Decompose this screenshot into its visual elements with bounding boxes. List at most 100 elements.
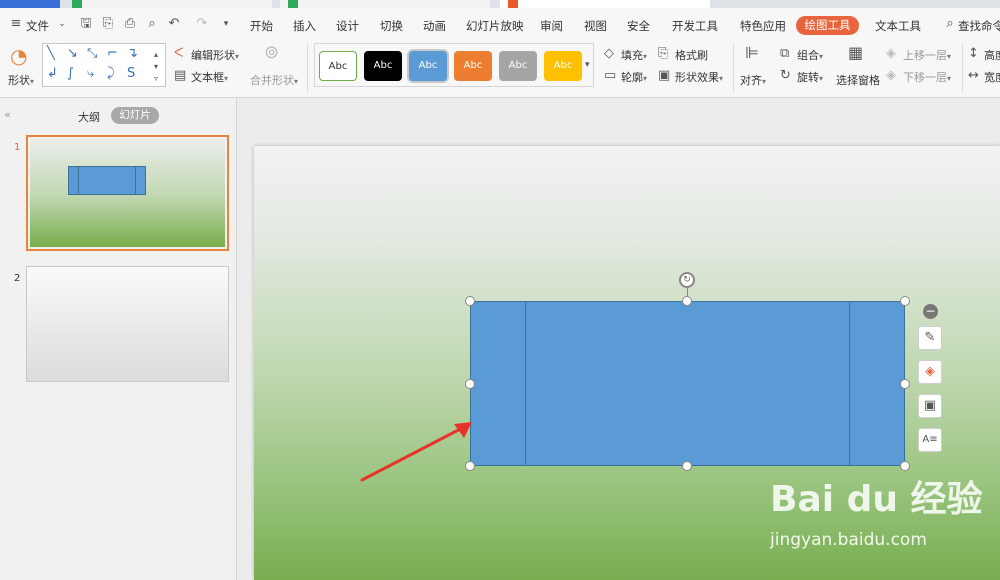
height-icon: ↕	[968, 46, 979, 61]
line-shapes-gallery[interactable]: ╲ ↘ ⤡ ⌐ ↴ ↲ ∫ ⤷ ⤸ S ▴ ▾ ▿	[42, 43, 166, 87]
group-icon: ⧉	[780, 46, 790, 61]
shapes-icon[interactable]: ◔	[10, 46, 27, 66]
outline-view-tab[interactable]: 大纲	[78, 109, 100, 125]
save-icon[interactable]: 🖫	[78, 16, 94, 32]
resize-handle-bottom[interactable]	[682, 461, 692, 471]
curved-connector-icon[interactable]: ∫	[67, 66, 74, 81]
slide-thumbnail-1[interactable]	[26, 135, 229, 251]
collapse-panel-icon[interactable]: «	[4, 108, 11, 121]
selection-pane-button[interactable]: 选择窗格	[836, 72, 880, 88]
redo-icon[interactable]: ↷	[194, 16, 210, 32]
presentation-icon	[508, 0, 518, 8]
home-tab[interactable]	[0, 0, 60, 8]
tab-security[interactable]: 安全	[627, 18, 650, 34]
search-command[interactable]: 查找命令	[958, 18, 1000, 34]
arrow-shape-icon[interactable]: ↘	[67, 46, 78, 61]
spreadsheet-icon	[288, 0, 298, 8]
tab-text-tools[interactable]: 文本工具	[875, 18, 921, 34]
outline-button[interactable]: 轮廓▾	[621, 69, 647, 85]
shape-button[interactable]: 形状▾	[8, 72, 34, 88]
resize-handle-top[interactable]	[682, 296, 692, 306]
thumbnail-shape	[68, 166, 146, 195]
text-box-icon[interactable]: A≡	[918, 428, 942, 452]
double-arrow-shape-icon[interactable]: ⤡	[87, 46, 97, 61]
style-gray[interactable]: Abc	[499, 51, 537, 81]
collapse-toolbar-icon[interactable]: −	[923, 304, 938, 319]
styles-more-icon[interactable]: ▾	[585, 58, 590, 72]
tab-animation[interactable]: 动画	[423, 18, 446, 34]
tab-design[interactable]: 设计	[336, 18, 359, 34]
undo-icon[interactable]: ↶	[166, 16, 182, 32]
style-black[interactable]: Abc	[364, 51, 402, 81]
rotate-button[interactable]: 旋转▾	[797, 69, 823, 85]
tab-home[interactable]: 开始	[250, 18, 273, 34]
shape-right-divider	[849, 302, 850, 465]
shape-styles-gallery: Abc Abc Abc Abc Abc Abc ▾	[314, 43, 594, 87]
format-painter-icon: ⎘	[658, 46, 669, 61]
format-painter-button[interactable]: 格式刷	[675, 47, 708, 63]
freeform-icon[interactable]: S	[127, 66, 135, 81]
slide-number: 2	[14, 273, 21, 284]
fill-button[interactable]: 填充▾	[621, 47, 647, 63]
slide-number: 1	[14, 142, 21, 153]
rotate-handle[interactable]: ↻	[679, 272, 695, 288]
tab-developer[interactable]: 开发工具	[672, 18, 718, 34]
elbow-connector-icon[interactable]: ⌐	[107, 46, 118, 61]
red-arrow-annotation	[360, 422, 472, 482]
curved-arrow-icon[interactable]: ⤷	[87, 66, 94, 81]
print-preview-icon[interactable]: ⌕	[144, 16, 160, 32]
fill-bucket-icon[interactable]: ◈	[918, 360, 942, 384]
print-icon[interactable]: ⎙	[122, 16, 138, 32]
selected-rectangle-shape[interactable]	[470, 301, 905, 466]
merge-shape-icon: ⊚	[264, 42, 280, 63]
tab-transition[interactable]: 切换	[380, 18, 403, 34]
tab-view[interactable]: 视图	[584, 18, 607, 34]
bring-forward-icon: ◈	[886, 46, 896, 61]
shape-effect-button[interactable]: 形状效果▾	[675, 69, 723, 85]
resize-handle-left[interactable]	[465, 379, 475, 389]
elbow-arrow-icon[interactable]: ↴	[127, 46, 138, 61]
line-shape-icon[interactable]: ╲	[47, 46, 55, 61]
slides-view-tab[interactable]: 幻灯片	[111, 107, 159, 124]
document-tab-2[interactable]	[280, 0, 490, 8]
bring-forward-button[interactable]: 上移一层▾	[903, 47, 951, 63]
edit-shape-icon: ᐸ	[174, 46, 184, 61]
resize-handle-top-left[interactable]	[465, 296, 475, 306]
slide-thumbnail-2[interactable]	[26, 266, 229, 382]
menu-icon[interactable]: ≡	[8, 16, 24, 32]
gallery-expand-icon[interactable]: ▿	[154, 72, 158, 86]
format-painter-icon[interactable]: ⎘	[100, 16, 116, 32]
edit-shape-button[interactable]: 编辑形状▾	[191, 47, 239, 63]
document-tab-active[interactable]	[500, 0, 710, 8]
tab-insert[interactable]: 插入	[293, 18, 316, 34]
align-button[interactable]: 对齐▾	[740, 72, 766, 88]
text-box-button[interactable]: 文本框▾	[191, 69, 228, 85]
style-orange[interactable]: Abc	[454, 51, 492, 81]
elbow-double-arrow-icon[interactable]: ↲	[47, 66, 58, 81]
group-button[interactable]: 组合▾	[797, 47, 823, 63]
merge-shape-button[interactable]: 合并形状▾	[250, 72, 298, 88]
send-backward-button[interactable]: 下移一层▾	[903, 69, 951, 85]
resize-handle-right[interactable]	[900, 379, 910, 389]
tab-drawing-tools[interactable]: 绘图工具	[796, 16, 859, 35]
tab-review[interactable]: 审阅	[540, 18, 563, 34]
pen-style-icon[interactable]: ✎	[918, 326, 942, 350]
tab-features[interactable]: 特色应用	[740, 18, 786, 34]
document-tab-1[interactable]	[72, 0, 272, 8]
align-icon: ⊫	[745, 43, 759, 62]
customize-toolbar-icon[interactable]: ▾	[218, 16, 234, 32]
curved-double-arrow-icon[interactable]: ⤸	[107, 66, 115, 81]
style-blue[interactable]: Abc	[409, 51, 447, 81]
spreadsheet-icon	[72, 0, 82, 8]
style-white[interactable]: Abc	[319, 51, 357, 81]
search-icon[interactable]: ⌕	[942, 16, 958, 32]
style-yellow[interactable]: Abc	[544, 51, 582, 81]
tab-slideshow[interactable]: 幻灯片放映	[466, 18, 524, 34]
chevron-down-icon[interactable]: ⌄	[54, 16, 70, 32]
resize-handle-top-right[interactable]	[900, 296, 910, 306]
rotate-icon: ↻	[780, 68, 791, 83]
outline-style-icon[interactable]: ▣	[918, 394, 942, 418]
file-menu[interactable]: 文件	[26, 18, 49, 34]
send-backward-icon: ◈	[886, 68, 896, 83]
divider	[733, 44, 734, 92]
